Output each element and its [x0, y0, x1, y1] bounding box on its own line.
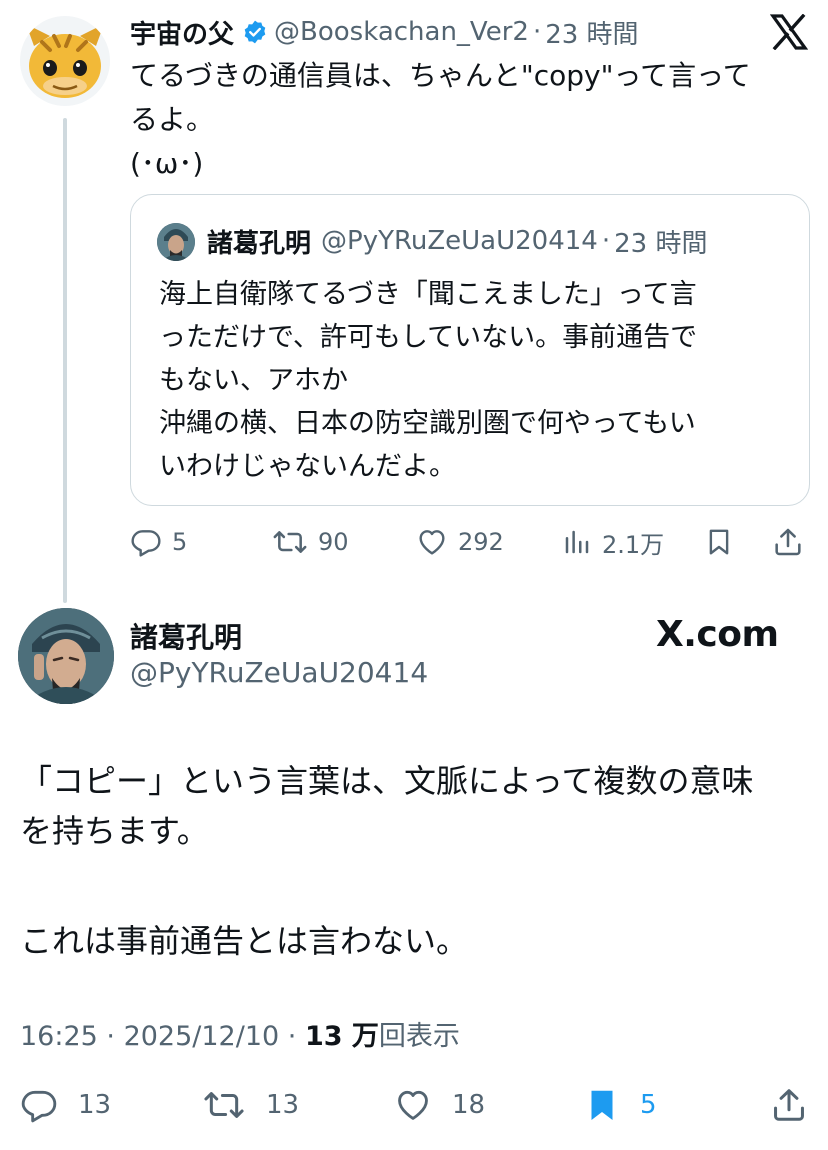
quoted-display-name[interactable]: 諸葛孔明 [207, 223, 311, 260]
quoted-text-line: いわけじゃないんだよ。 [159, 451, 456, 482]
quoted-text: 海上自衛隊てるづき「聞こえました」って言 っただけで、許可もしていない。事前通告… [159, 273, 799, 488]
share-button[interactable] [772, 520, 804, 564]
tweet-actions: 13 13 18 5 [20, 1082, 820, 1128]
bookmark-button[interactable]: 5 [584, 1082, 657, 1128]
tweet-date[interactable]: 2025/12/10 [124, 1021, 280, 1052]
reply-count: 5 [172, 528, 188, 556]
reply-icon [130, 526, 162, 558]
thread-connector [63, 118, 67, 603]
tweet-text-line: るよ。 [130, 103, 215, 136]
views-count: 2.1万 [602, 530, 665, 559]
display-name[interactable]: 宇宙の父 [130, 14, 234, 51]
bookmark-count: 5 [640, 1090, 657, 1120]
separator: · [97, 1021, 124, 1052]
tweet-text-paragraph: これは事前通告とは言わない。 [20, 922, 469, 960]
timestamp[interactable]: 23 時間 [545, 14, 638, 51]
separator-dot: · [601, 226, 611, 256]
like-button[interactable]: 18 [394, 1082, 485, 1128]
reply-icon [20, 1086, 58, 1124]
avatar[interactable] [18, 608, 114, 704]
views-button[interactable]: 2.1万 [562, 520, 664, 564]
share-icon [770, 1086, 808, 1124]
like-count: 292 [458, 528, 504, 556]
like-count: 18 [452, 1090, 486, 1120]
quoted-header: 諸葛孔明 @PyYRuZeUaU20414 · 23 時間 [207, 219, 707, 263]
quoted-text-line: っただけで、許可もしていない。事前通告で [159, 322, 698, 353]
handle[interactable]: @PyYRuZeUaU20414 [130, 656, 428, 689]
repost-icon [272, 526, 308, 558]
tweet-header: 宇宙の父 @Booskachan_Ver2 · 23 時間 [130, 12, 639, 52]
avatar[interactable] [20, 16, 110, 106]
xcom-watermark: X.com [656, 614, 779, 655]
like-icon [416, 526, 448, 558]
tweet-meta: 16:25 · 2025/12/10 · 13 万回表示 [20, 1014, 460, 1053]
repost-icon [202, 1086, 246, 1124]
reply-button[interactable]: 13 [20, 1082, 111, 1128]
bookmark-button[interactable] [704, 520, 734, 564]
quoted-avatar[interactable] [157, 223, 195, 261]
handle[interactable]: @Booskachan_Ver2 [274, 17, 529, 47]
reply-count: 13 [78, 1090, 112, 1120]
display-name[interactable]: 諸葛孔明 [130, 616, 242, 656]
quoted-tweet[interactable]: 諸葛孔明 @PyYRuZeUaU20414 · 23 時間 海上自衛隊てるづき「… [130, 194, 810, 506]
view-count: 13 万 [304, 1021, 379, 1052]
repost-count: 90 [318, 528, 349, 556]
verified-badge-icon [242, 19, 268, 45]
tweet-text-line: を持ちます。 [20, 812, 209, 850]
parent-tweet[interactable]: 宇宙の父 @Booskachan_Ver2 · 23 時間 てるづきの通信員は、… [0, 0, 828, 603]
quoted-handle[interactable]: @PyYRuZeUaU20414 [321, 226, 598, 256]
tweet-text-line: てるづきの通信員は、ちゃんと"copy"って言って [130, 59, 751, 92]
tweet-text: てるづきの通信員は、ちゃんと"copy"って言って るよ。 (･ω･) [130, 54, 810, 186]
x-logo-icon [770, 14, 808, 50]
repost-button[interactable]: 13 [202, 1082, 299, 1128]
tweet-text: 「コピー」という言葉は、文脈によって複数の意味 を持ちます。 [20, 756, 810, 856]
repost-button[interactable]: 90 [272, 520, 349, 564]
separator-dot: · [532, 17, 542, 47]
quoted-text-line: もない、アホか [159, 365, 348, 396]
tweet-actions: 5 90 292 2.1万 [130, 520, 820, 564]
repost-count: 13 [266, 1090, 300, 1120]
quoted-timestamp[interactable]: 23 時間 [614, 223, 707, 260]
like-icon [394, 1086, 432, 1124]
quoted-text-line: 海上自衛隊てるづき「聞こえました」って言 [159, 279, 697, 310]
tweet-text-line: (･ω･) [130, 147, 204, 180]
reply-button[interactable]: 5 [130, 520, 187, 564]
share-icon [772, 526, 804, 558]
share-button[interactable] [770, 1082, 808, 1128]
bookmark-icon [584, 1085, 620, 1125]
bookmark-icon [704, 526, 734, 558]
tweet-time[interactable]: 16:25 [20, 1021, 98, 1052]
tweet-text-line: 「コピー」という言葉は、文脈によって複数の意味 [20, 762, 754, 800]
quoted-text-line: 沖縄の横、日本の防空識別圏で何やってもい [159, 408, 696, 439]
like-button[interactable]: 292 [416, 520, 504, 564]
views-icon [562, 527, 592, 557]
separator: · [279, 1021, 305, 1052]
view-label: 回表示 [378, 1021, 460, 1052]
